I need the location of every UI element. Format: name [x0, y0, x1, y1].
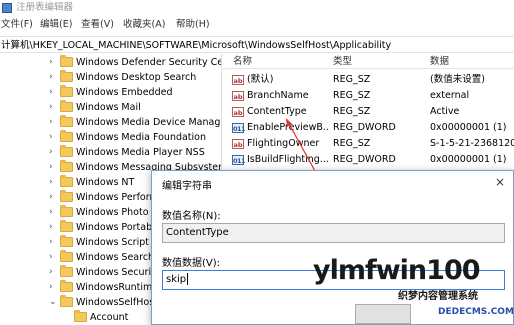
watermark-url: DEDECMS.COM — [438, 307, 514, 317]
ok-button[interactable] — [355, 304, 411, 324]
watermark-subtitle: 织梦内容管理系统 — [398, 291, 478, 302]
value-data-text: skip — [166, 274, 187, 285]
value-name-field[interactable]: ContentType — [162, 223, 505, 243]
dialog-title: 编辑字符串 — [162, 181, 212, 192]
value-name-label: 数值名称(N): — [162, 211, 221, 222]
watermark-logo: ylmfwin100 — [313, 255, 481, 286]
value-name-text: ContentType — [166, 227, 229, 238]
close-icon[interactable]: × — [495, 175, 505, 189]
text-caret — [187, 273, 189, 285]
value-data-label: 数值数据(V): — [162, 258, 221, 269]
